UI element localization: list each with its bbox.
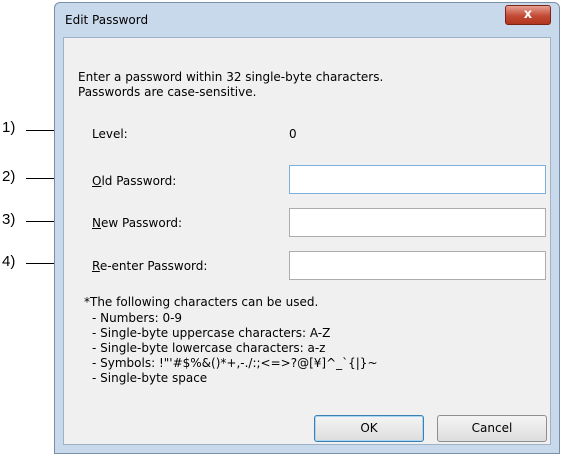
close-button[interactable]: x	[505, 5, 551, 25]
new-password-label: New Password:	[92, 216, 182, 230]
reenter-password-mnemonic: R	[92, 259, 100, 273]
old-password-label-text: ld Password:	[101, 174, 177, 188]
title-bar[interactable]: Edit Password x	[55, 3, 559, 35]
close-icon: x	[523, 7, 533, 22]
allowed-chars-item: - Single-byte space	[92, 371, 208, 385]
callout-4: 4)	[2, 253, 16, 270]
old-password-field[interactable]	[289, 165, 546, 194]
old-password-label: Old Password:	[92, 174, 176, 188]
allowed-chars-item: - Single-byte lowercase characters: a-z	[92, 341, 326, 355]
callout-1: 1)	[2, 119, 16, 136]
callout-3: 3)	[2, 211, 16, 228]
intro-line-2: Passwords are case-sensitive.	[78, 85, 257, 99]
dialog-title: Edit Password	[65, 13, 149, 27]
level-value: 0	[289, 127, 297, 141]
allowed-chars-heading: *The following characters can be used.	[84, 295, 319, 309]
callout-2: 2)	[2, 168, 16, 185]
allowed-chars-item: - Symbols: !"'#$%&()*+,-./:;<=>?@[¥]^_`{…	[92, 356, 378, 370]
dialog-body: Enter a password within 32 single-byte c…	[63, 37, 551, 445]
new-password-label-text: ew Password:	[100, 216, 183, 230]
new-password-mnemonic: N	[92, 216, 101, 230]
new-password-field[interactable]	[289, 208, 546, 237]
allowed-chars-item: - Single-byte uppercase characters: A-Z	[92, 326, 331, 340]
level-label: Level:	[92, 127, 128, 141]
reenter-password-label-text: e-enter Password:	[99, 259, 208, 273]
cancel-button[interactable]: Cancel	[437, 415, 547, 442]
reenter-password-field[interactable]	[289, 251, 546, 280]
edit-password-dialog: Edit Password x Enter a password within …	[54, 2, 560, 454]
allowed-chars-item: - Numbers: 0-9	[92, 311, 183, 325]
intro-line-1: Enter a password within 32 single-byte c…	[78, 70, 384, 84]
ok-button[interactable]: OK	[314, 415, 424, 442]
reenter-password-label: Re-enter Password:	[92, 259, 207, 273]
